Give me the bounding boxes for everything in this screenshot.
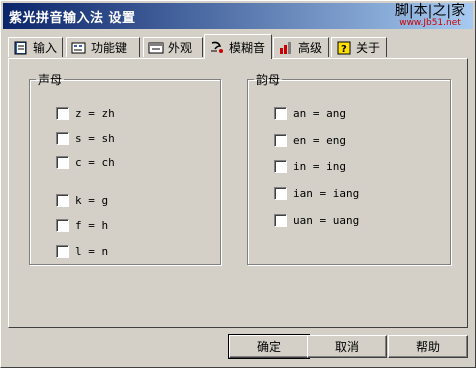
checkbox-label: f = h — [75, 218, 109, 232]
tab-strip: 输入 功能键 外观 模糊音 高级 ? 关于 — [8, 34, 468, 59]
tab-function-keys[interactable]: 功能键 — [66, 37, 140, 57]
fuzzy-sound-panel: 声母 z = zh s = sh c = ch k = g f = h l = … — [8, 58, 468, 328]
tab-appearance-label: 外观 — [168, 41, 193, 55]
checkbox-box[interactable] — [274, 106, 287, 120]
tab-fuzzy-sound[interactable]: 模糊音 — [204, 34, 272, 59]
checkbox-c-ch[interactable]: c = ch — [56, 154, 115, 170]
checkbox-label: l = n — [75, 244, 109, 258]
watermark-char: 之 — [432, 3, 447, 19]
checkbox-s-sh[interactable]: s = sh — [56, 130, 115, 146]
tab-advanced[interactable]: 高级 — [273, 37, 329, 57]
sound-icon — [209, 39, 225, 55]
svg-text:?: ? — [341, 44, 347, 55]
watermark-char: 家 — [451, 3, 466, 19]
watermark-char: 本 — [413, 3, 428, 19]
checkbox-k-g[interactable]: k = g — [56, 192, 108, 208]
checkbox-z-zh[interactable]: z = zh — [56, 105, 115, 121]
checkbox-f-h[interactable]: f = h — [56, 217, 108, 233]
checkbox-label: ian = iang — [293, 186, 360, 200]
finals-legend: 韵母 — [256, 73, 281, 87]
cancel-button[interactable]: 取消 — [307, 335, 387, 358]
checkbox-label: z = zh — [75, 106, 115, 120]
chart-icon — [278, 40, 294, 56]
checkbox-box[interactable] — [56, 193, 69, 207]
checkbox-box[interactable] — [274, 133, 287, 147]
checkbox-box[interactable] — [274, 159, 287, 173]
tab-input-label: 输入 — [33, 41, 58, 55]
checkbox-label: in = ing — [293, 159, 346, 173]
checkbox-box[interactable] — [56, 131, 69, 145]
checkbox-label: k = g — [75, 193, 109, 207]
tab-fuzzy-sound-label: 模糊音 — [229, 40, 266, 55]
checkbox-ian-iang[interactable]: ian = iang — [274, 185, 359, 201]
title-bar[interactable]: 紫光拼音输入法 设置 脚|本|之|家 www.Jb51.net — [3, 3, 473, 29]
checkbox-label: c = ch — [75, 155, 115, 169]
ok-button[interactable]: 确定 — [228, 334, 310, 359]
initials-group: 声母 z = zh s = sh c = ch k = g f = h l = … — [29, 71, 221, 265]
tab-about[interactable]: ? 关于 — [331, 37, 387, 57]
window-icon — [148, 40, 164, 56]
checkbox-label: uan = uang — [293, 213, 360, 227]
book-icon — [13, 40, 29, 56]
help-button[interactable]: 帮助 — [388, 335, 468, 358]
checkbox-label: en = eng — [293, 133, 346, 147]
checkbox-en-eng[interactable]: en = eng — [274, 132, 346, 148]
tab-input[interactable]: 输入 — [8, 37, 63, 57]
checkbox-l-n[interactable]: l = n — [56, 243, 108, 259]
checkbox-box[interactable] — [56, 106, 69, 120]
checkbox-in-ing[interactable]: in = ing — [274, 158, 346, 174]
tab-appearance[interactable]: 外观 — [143, 37, 203, 57]
checkbox-box[interactable] — [56, 155, 69, 169]
initials-legend: 声母 — [38, 73, 63, 87]
checkbox-box[interactable] — [274, 213, 287, 227]
tab-function-keys-label: 功能键 — [91, 41, 128, 55]
question-icon: ? — [336, 40, 352, 56]
checkbox-label: an = ang — [293, 106, 346, 120]
checkbox-an-ang[interactable]: an = ang — [274, 105, 346, 121]
watermark-url: www.Jb51.net — [399, 18, 461, 28]
watermark-logo: 脚|本|之|家 www.Jb51.net — [391, 3, 469, 28]
checkbox-uan-uang[interactable]: uan = uang — [274, 212, 359, 228]
tab-about-label: 关于 — [356, 41, 381, 55]
window-title: 紫光拼音输入法 设置 — [9, 11, 136, 26]
watermark-char: 脚 — [394, 3, 409, 19]
checkbox-label: s = sh — [75, 131, 115, 145]
keyboard-icon — [71, 40, 87, 56]
checkbox-box[interactable] — [274, 186, 287, 200]
checkbox-box[interactable] — [56, 244, 69, 258]
finals-group: 韵母 an = ang en = eng in = ing ian = iang… — [247, 71, 451, 265]
checkbox-box[interactable] — [56, 218, 69, 232]
tab-advanced-label: 高级 — [298, 41, 323, 55]
